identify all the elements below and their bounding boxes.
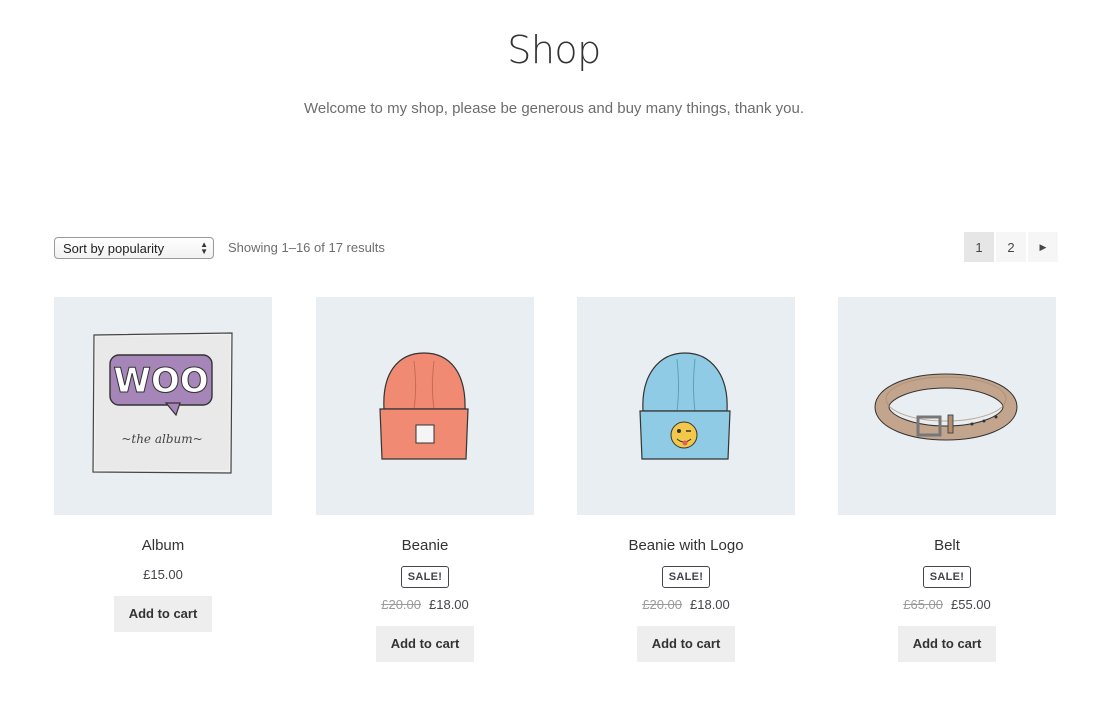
product-image-belt[interactable] bbox=[838, 297, 1056, 515]
sale-badge: SALE! bbox=[400, 566, 450, 588]
product-price: £15.00 bbox=[54, 567, 272, 582]
product-image-beanie[interactable] bbox=[316, 297, 534, 515]
page-1-link[interactable]: 1 bbox=[964, 232, 994, 262]
page-2-link[interactable]: 2 bbox=[996, 232, 1026, 262]
svg-text:WOO: WOO bbox=[113, 361, 208, 401]
next-page-link[interactable]: ▶ bbox=[1028, 232, 1058, 262]
product-card-beanie: Beanie SALE! £20.00 £18.00 Add to cart bbox=[316, 297, 534, 662]
product-card-album: WOO ~the album~ Album £15.00 Add to cart bbox=[54, 297, 272, 632]
add-to-cart-button[interactable]: Add to cart bbox=[114, 596, 212, 632]
original-price: £20.00 bbox=[381, 597, 421, 612]
page-title: Shop bbox=[507, 28, 601, 72]
current-price: £55.00 bbox=[951, 597, 991, 612]
product-title[interactable]: Beanie with Logo bbox=[577, 537, 795, 557]
product-price: £20.00 £18.00 bbox=[577, 597, 795, 612]
add-to-cart-button[interactable]: Add to cart bbox=[637, 626, 735, 662]
product-price: £20.00 £18.00 bbox=[316, 597, 534, 612]
current-price: £18.00 bbox=[690, 597, 730, 612]
result-count: Showing 1–16 of 17 results bbox=[228, 240, 385, 255]
belt-image bbox=[874, 373, 1018, 441]
current-price: £15.00 bbox=[143, 567, 183, 582]
product-image-beanie-with-logo[interactable] bbox=[577, 297, 795, 515]
sort-select-value: Sort by popularity bbox=[63, 241, 165, 256]
beanie-image bbox=[379, 352, 469, 460]
sort-select[interactable]: Sort by popularity ▲ ▼ bbox=[54, 237, 214, 259]
product-title[interactable]: Beanie bbox=[316, 537, 534, 557]
sale-badge: SALE! bbox=[922, 566, 972, 588]
album-image: WOO ~the album~ bbox=[92, 332, 233, 474]
current-price: £18.00 bbox=[429, 597, 469, 612]
original-price: £20.00 bbox=[642, 597, 682, 612]
original-price: £65.00 bbox=[903, 597, 943, 612]
triangle-right-icon: ▶ bbox=[1039, 241, 1047, 252]
select-arrows-icon: ▲ ▼ bbox=[200, 240, 208, 256]
product-card-belt: Belt SALE! £65.00 £55.00 Add to cart bbox=[838, 297, 1056, 662]
product-title[interactable]: Album bbox=[54, 537, 272, 557]
product-price: £65.00 £55.00 bbox=[838, 597, 1056, 612]
svg-text:~the album~: ~the album~ bbox=[121, 432, 202, 446]
add-to-cart-button[interactable]: Add to cart bbox=[898, 626, 996, 662]
product-image-album[interactable]: WOO ~the album~ bbox=[54, 297, 272, 515]
add-to-cart-button[interactable]: Add to cart bbox=[376, 626, 474, 662]
beanie-with-logo-image bbox=[639, 352, 731, 460]
sale-badge: SALE! bbox=[661, 566, 711, 588]
product-title[interactable]: Belt bbox=[838, 537, 1056, 557]
product-card-beanie-with-logo: Beanie with Logo SALE! £20.00 £18.00 Add … bbox=[577, 297, 795, 662]
pagination: 1 2 ▶ bbox=[964, 232, 1058, 262]
page-description: Welcome to my shop, please be generous a… bbox=[303, 100, 805, 117]
